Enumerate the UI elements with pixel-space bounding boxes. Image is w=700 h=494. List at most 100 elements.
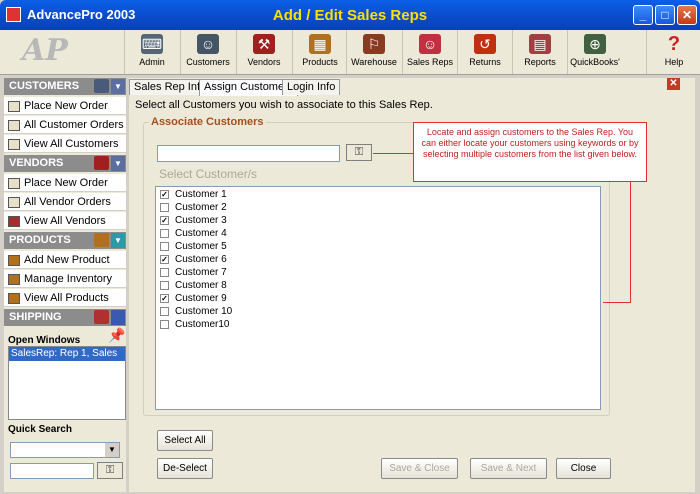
select-customers-label: Select Customer/s xyxy=(159,167,258,181)
callout-connector xyxy=(373,153,413,154)
customer-checkbox[interactable]: ✓ xyxy=(160,216,169,225)
toolbar-customers-button[interactable]: ☺ Customers xyxy=(180,30,235,74)
customer-checkbox[interactable] xyxy=(160,307,169,316)
toolbar-quickbooks-button[interactable]: ⊕ QuickBooks' xyxy=(567,30,622,74)
sales-reps-icon: ☺ xyxy=(419,34,441,54)
products-section-header[interactable]: PRODUCTS ▼ xyxy=(4,232,126,249)
product-add-icon xyxy=(8,255,20,266)
customer-name: Customer 10 xyxy=(175,306,233,317)
help-callout: Locate and assign customers to the Sales… xyxy=(413,122,647,182)
customer-checkbox[interactable] xyxy=(160,229,169,238)
nav-label: Place New Order xyxy=(24,100,108,112)
toolbar-label: Warehouse xyxy=(351,57,397,67)
nav-view-all-vendors[interactable]: View All Vendors xyxy=(4,212,126,230)
nav-view-all-customers[interactable]: View All Customers xyxy=(4,135,126,153)
close-form-icon[interactable]: ✕ xyxy=(667,78,680,90)
nav-add-new-product[interactable]: Add New Product xyxy=(4,251,126,269)
customer-checkbox[interactable]: ✓ xyxy=(160,190,169,199)
maximize-button[interactable]: □ xyxy=(655,5,675,25)
open-windows-list[interactable]: SalesRep: Rep 1, Sales xyxy=(8,346,126,420)
nav-manage-inventory[interactable]: Manage Inventory xyxy=(4,270,126,288)
main-content: Sales Rep Info Assign Customers Login In… xyxy=(129,78,695,492)
shipping-section-header[interactable]: SHIPPING xyxy=(4,309,126,326)
toolbar-label: Reports xyxy=(524,57,556,67)
customer-name: Customer 8 xyxy=(175,280,227,291)
nav-view-all-products[interactable]: View All Products xyxy=(4,289,126,307)
nav-label: View All Vendors xyxy=(24,215,106,227)
toolbar-label: Customers xyxy=(186,57,230,67)
quickbooks-icon: ⊕ xyxy=(584,34,606,54)
customers-icon xyxy=(94,79,109,93)
quick-search-input[interactable] xyxy=(10,463,94,479)
customer-name: Customer 5 xyxy=(175,241,227,252)
toolbar-help-button[interactable]: ? Help xyxy=(646,30,700,74)
collapse-arrow-icon[interactable]: ▼ xyxy=(111,79,125,94)
toolbar-warehouse-button[interactable]: ⚐ Warehouse xyxy=(346,30,401,74)
order-icon xyxy=(8,101,20,112)
nav-label: View All Products xyxy=(24,292,109,304)
customer-checkbox[interactable] xyxy=(160,242,169,251)
close-window-button[interactable]: ✕ xyxy=(677,5,697,25)
help-icon: ? xyxy=(667,33,681,55)
nav-all-vendor-orders[interactable]: All Vendor Orders xyxy=(4,193,126,211)
window-title: Add / Edit Sales Reps xyxy=(272,7,428,24)
admin-icon: ⌨ xyxy=(141,34,163,54)
customers-list-icon xyxy=(8,139,20,150)
customer-name: Customer 7 xyxy=(175,267,227,278)
deselect-button[interactable]: De-Select xyxy=(157,458,213,479)
customer-checkbox[interactable] xyxy=(160,281,169,290)
customer-checkbox[interactable] xyxy=(160,268,169,277)
key-icon: ⚿ xyxy=(354,146,364,158)
collapse-arrow-icon[interactable]: ▼ xyxy=(111,233,125,248)
close-button[interactable]: Close xyxy=(556,458,611,479)
products-icon: ▦ xyxy=(309,34,331,54)
minimize-button[interactable]: _ xyxy=(633,5,653,25)
toolbar-admin-button[interactable]: ⌨ Admin xyxy=(124,30,179,74)
pin-icon[interactable]: 📌 xyxy=(108,327,125,344)
reports-icon: ▤ xyxy=(529,34,551,54)
customer-checkbox[interactable]: ✓ xyxy=(160,294,169,303)
toolbar-label: Products xyxy=(302,57,338,67)
inventory-icon xyxy=(8,274,20,285)
toolbar-vendors-button[interactable]: ⚒ Vendors xyxy=(236,30,291,74)
main-toolbar: AP ⌨ Admin ☺ Customers ⚒ Vendors ▦ Products ⚐ War… xyxy=(0,30,700,75)
customer-name: Customer 4 xyxy=(175,228,227,239)
customer-keyword-input[interactable] xyxy=(157,145,340,162)
vendors-section-header[interactable]: VENDORS ▼ xyxy=(4,155,126,172)
open-window-item[interactable]: SalesRep: Rep 1, Sales xyxy=(9,347,125,361)
orders-icon xyxy=(8,197,20,208)
toolbar-label: Returns xyxy=(469,57,501,67)
toolbar-reports-button[interactable]: ▤ Reports xyxy=(512,30,567,74)
collapse-arrow-icon[interactable] xyxy=(111,310,125,325)
customer-checklist[interactable]: ✓ Customer 1 Customer 2 ✓ Customer 3 Customer… xyxy=(155,186,601,410)
chevron-down-icon[interactable]: ▼ xyxy=(105,443,119,457)
customer-name: Customer10 xyxy=(175,319,230,330)
quick-search-key-button[interactable]: ⚿ xyxy=(97,462,123,479)
collapse-arrow-icon[interactable]: ▼ xyxy=(111,156,125,171)
open-windows-title: Open Windows xyxy=(8,335,81,346)
nav-vendors-place-new-order[interactable]: Place New Order xyxy=(4,174,126,192)
save-next-button[interactable]: Save & Next xyxy=(470,458,547,479)
nav-label: Place New Order xyxy=(24,177,108,189)
customers-section-header[interactable]: CUSTOMERS ▼ xyxy=(4,78,126,95)
save-close-button[interactable]: Save & Close xyxy=(381,458,458,479)
nav-label: View All Customers xyxy=(24,138,119,150)
customer-checkbox[interactable] xyxy=(160,203,169,212)
tab-login-info[interactable]: Login Info xyxy=(282,79,341,95)
toolbar-products-button[interactable]: ▦ Products xyxy=(292,30,347,74)
shipping-header-label: SHIPPING xyxy=(9,311,62,323)
title-bar[interactable]: AdvancePro 2003 Add / Edit Sales Reps _ … xyxy=(0,0,700,30)
customer-checkbox[interactable]: ✓ xyxy=(160,255,169,264)
orders-icon xyxy=(8,120,20,131)
toolbar-label: Vendors xyxy=(247,57,281,67)
customer-name: Customer 2 xyxy=(175,202,227,213)
select-all-button[interactable]: Select All xyxy=(157,430,213,451)
toolbar-sales-reps-button[interactable]: ☺ Sales Reps xyxy=(402,30,457,74)
nav-customers-place-new-order[interactable]: Place New Order xyxy=(4,97,126,115)
toolbar-returns-button[interactable]: ↺ Returns xyxy=(457,30,512,74)
quick-search-select[interactable]: ▼ xyxy=(10,442,120,458)
locate-customer-button[interactable]: ⚿ xyxy=(346,144,372,161)
nav-all-customer-orders[interactable]: All Customer Orders xyxy=(4,116,126,134)
customer-checkbox[interactable] xyxy=(160,320,169,329)
order-icon xyxy=(8,178,20,189)
